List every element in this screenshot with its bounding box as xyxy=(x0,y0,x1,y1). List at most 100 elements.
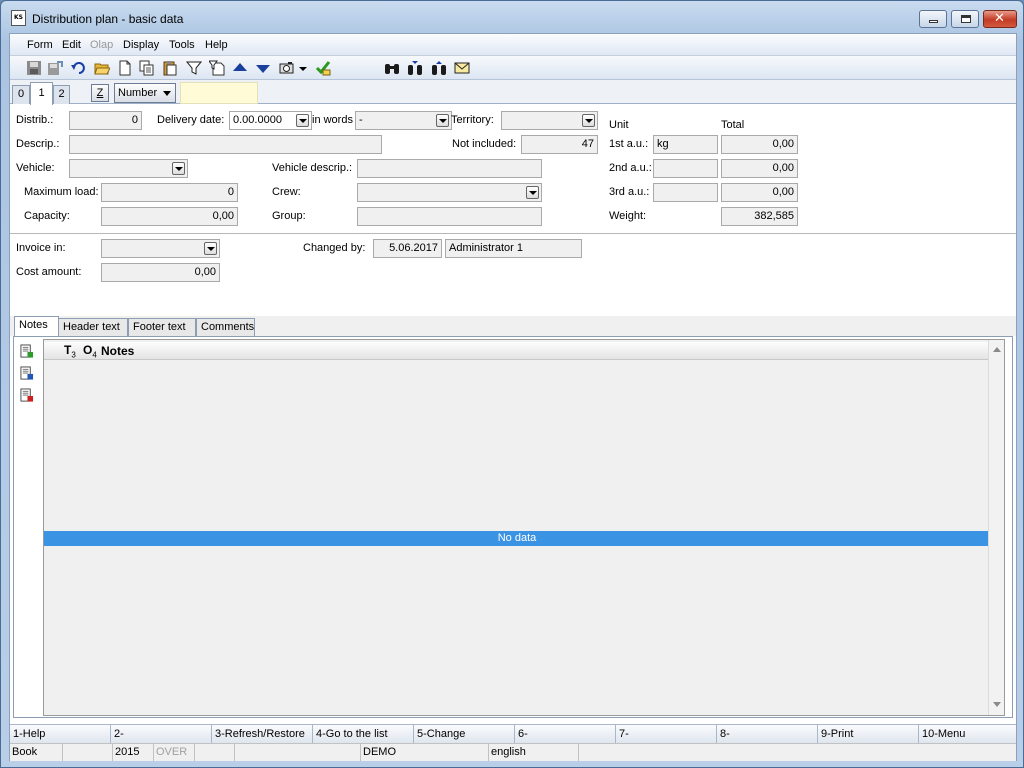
delivery-date-field[interactable]: 0.00.0000 xyxy=(229,111,312,130)
add-row-icon[interactable] xyxy=(20,344,34,359)
delete-row-icon[interactable] xyxy=(20,388,34,403)
max-load-field[interactable]: 0 xyxy=(101,183,238,202)
menu-display[interactable]: Display xyxy=(123,39,159,51)
scroll-up-icon[interactable] xyxy=(993,347,1001,352)
changed-date-field[interactable]: 5.06.2017 xyxy=(373,239,442,258)
column-notes-header[interactable]: Notes xyxy=(101,344,134,358)
fkey-5[interactable]: 5-Change xyxy=(414,725,515,744)
chevron-down-icon[interactable] xyxy=(436,114,449,127)
form-divider xyxy=(10,233,1016,234)
territory-label: Territory: xyxy=(451,114,494,126)
tab-footer-text[interactable]: Footer text xyxy=(128,318,196,336)
au3-total-field[interactable]: 0,00 xyxy=(721,183,798,202)
tab-notes[interactable]: Notes xyxy=(14,316,59,337)
arrow-down-icon[interactable] xyxy=(255,60,271,76)
status-year: 2015 xyxy=(113,744,154,761)
minimize-button[interactable] xyxy=(919,10,947,28)
column-type-header[interactable]: T3 xyxy=(64,343,76,359)
tab-header-text[interactable]: Header text xyxy=(58,318,128,336)
view-tab-1[interactable]: 1 xyxy=(30,82,53,105)
envelope-icon[interactable] xyxy=(454,60,470,76)
territory-field[interactable] xyxy=(501,111,598,130)
fkey-8[interactable]: 8- xyxy=(717,725,818,744)
au1-unit-field[interactable]: kg xyxy=(653,135,718,154)
capacity-field[interactable]: 0,00 xyxy=(101,207,238,226)
close-icon: ✕ xyxy=(994,11,1005,26)
group-field[interactable] xyxy=(357,207,542,226)
status-empty-4 xyxy=(579,744,1016,761)
tab-comments[interactable]: Comments xyxy=(196,318,255,336)
title-bar[interactable]: KS Distribution plan - basic data ✕ xyxy=(1,1,1023,33)
menu-tools[interactable]: Tools xyxy=(169,39,195,51)
not-included-field[interactable]: 47 xyxy=(521,135,598,154)
notes-grid[interactable]: T3 O4 Notes No data xyxy=(43,339,1005,716)
no-data-row: No data xyxy=(44,531,990,546)
chevron-down-icon[interactable] xyxy=(296,114,309,127)
new-document-icon[interactable] xyxy=(117,60,133,76)
paste-icon[interactable] xyxy=(162,60,178,76)
fkey-4[interactable]: 4-Go to the list xyxy=(313,725,414,744)
fkey-7[interactable]: 7- xyxy=(616,725,717,744)
search-mode-select[interactable]: Number xyxy=(114,83,176,103)
z-button[interactable]: Z xyxy=(91,84,109,102)
binoculars-prev-icon[interactable] xyxy=(431,60,447,76)
check-export-icon[interactable] xyxy=(315,60,331,76)
fkey-9[interactable]: 9-Print xyxy=(818,725,919,744)
view-tab-0[interactable]: 0 xyxy=(12,85,30,104)
column-order-header[interactable]: O4 xyxy=(83,343,97,359)
binoculars-next-icon[interactable] xyxy=(407,60,423,76)
weight-field[interactable]: 382,585 xyxy=(721,207,798,226)
chevron-down-icon[interactable] xyxy=(582,114,595,127)
invoice-in-field[interactable] xyxy=(101,239,220,258)
crew-field[interactable] xyxy=(357,183,542,202)
edit-row-icon[interactable] xyxy=(20,366,34,381)
save-icon[interactable] xyxy=(26,60,42,76)
distrib-field[interactable]: 0 xyxy=(69,111,142,130)
maximize-button[interactable] xyxy=(951,10,979,28)
cost-amount-field[interactable]: 0,00 xyxy=(101,263,220,282)
status-empty-1 xyxy=(63,744,113,761)
vehicle-descrip-field[interactable] xyxy=(357,159,542,178)
chevron-down-icon[interactable] xyxy=(172,162,185,175)
filter-icon[interactable] xyxy=(186,60,202,76)
fkey-2[interactable]: 2- xyxy=(111,725,212,744)
filter-document-icon[interactable] xyxy=(209,60,225,76)
grid-scrollbar[interactable] xyxy=(988,340,1004,715)
descrip-field[interactable] xyxy=(69,135,382,154)
chevron-down-icon[interactable] xyxy=(204,242,217,255)
au1-total-field[interactable]: 0,00 xyxy=(721,135,798,154)
quick-search-input[interactable] xyxy=(180,82,258,104)
open-folder-icon[interactable] xyxy=(94,60,110,76)
arrow-up-icon[interactable] xyxy=(232,60,248,76)
fkey-6[interactable]: 6- xyxy=(515,725,616,744)
dropdown-icon[interactable] xyxy=(298,60,308,76)
au3-label: 3rd a.u.: xyxy=(609,186,650,198)
in-words-value: - xyxy=(359,114,363,126)
close-button[interactable]: ✕ xyxy=(983,10,1017,28)
menu-help[interactable]: Help xyxy=(205,39,228,51)
app-icon[interactable]: KS xyxy=(11,10,26,26)
in-words-field[interactable]: - xyxy=(355,111,452,130)
undo-icon[interactable] xyxy=(71,60,87,76)
menu-form[interactable]: Form xyxy=(27,39,53,51)
status-bar: Book 2015 OVER DEMO english xyxy=(10,743,1016,761)
menu-olap[interactable]: Olap xyxy=(90,39,113,51)
vehicle-field[interactable] xyxy=(69,159,188,178)
scroll-down-icon[interactable] xyxy=(993,702,1001,707)
save-as-icon[interactable] xyxy=(47,60,63,76)
fkey-1[interactable]: 1-Help xyxy=(10,725,111,744)
fkey-10[interactable]: 10-Menu xyxy=(919,725,1016,744)
au2-unit-field[interactable] xyxy=(653,159,718,178)
binoculars-icon[interactable] xyxy=(384,60,400,76)
chevron-down-icon xyxy=(163,91,171,96)
au2-total-field[interactable]: 0,00 xyxy=(721,159,798,178)
copy-icon[interactable] xyxy=(139,60,155,76)
view-tab-2[interactable]: 2 xyxy=(53,85,70,104)
changed-user-field[interactable]: Administrator 1 xyxy=(445,239,582,258)
fkey-3[interactable]: 3-Refresh/Restore xyxy=(212,725,313,744)
menu-edit[interactable]: Edit xyxy=(62,39,81,51)
chevron-down-icon[interactable] xyxy=(526,186,539,199)
camera-icon[interactable] xyxy=(279,60,295,76)
minimize-icon xyxy=(929,20,938,23)
au3-unit-field[interactable] xyxy=(653,183,718,202)
